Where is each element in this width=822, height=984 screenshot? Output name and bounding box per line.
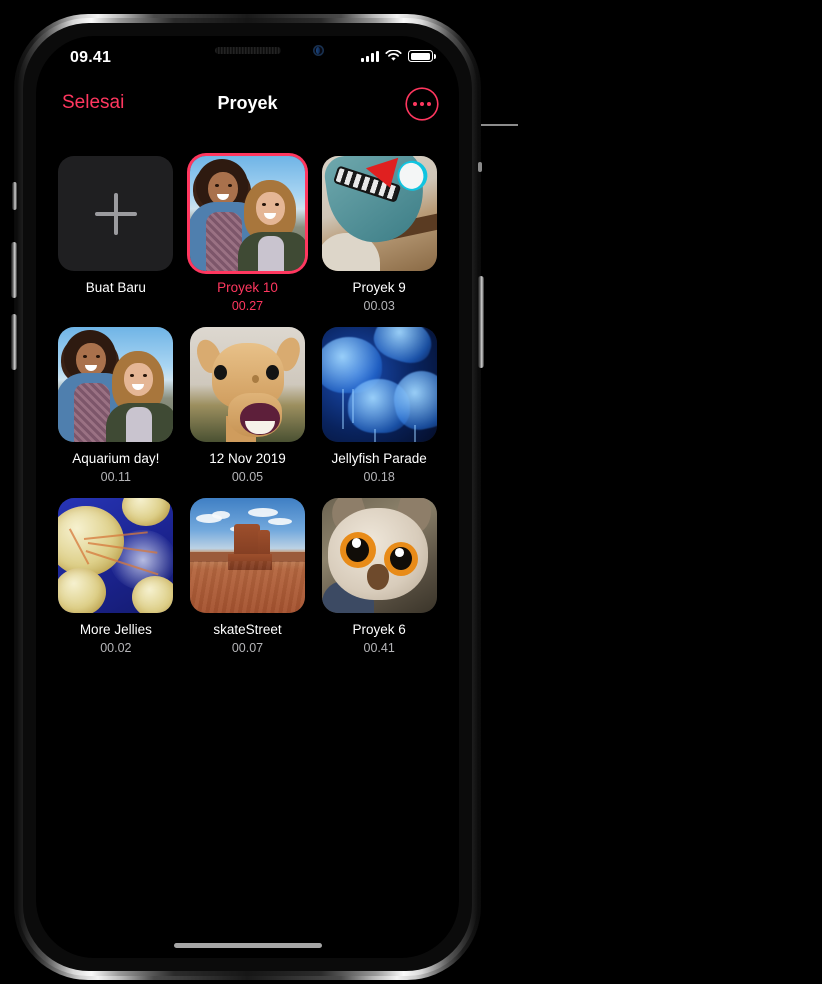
- thumbnail-artwork-girls: [189, 156, 305, 271]
- project-thumbnail[interactable]: [189, 326, 305, 442]
- iphone-device: 09.41 Selesai Proyek Buat Baru Proyek 10…: [11, 14, 484, 980]
- project-card[interactable]: More Jellies 00.02: [58, 497, 174, 655]
- volume-down-button[interactable]: [11, 314, 17, 370]
- thumbnail-artwork-robot: [321, 156, 437, 271]
- project-title: Aquarium day!: [72, 450, 160, 466]
- project-card[interactable]: 12 Nov 2019 00.05: [189, 326, 306, 484]
- project-title: Proyek 9: [352, 280, 406, 295]
- project-thumbnail[interactable]: [321, 497, 437, 613]
- page-title: Proyek: [217, 93, 278, 113]
- project-thumbnail[interactable]: [189, 497, 305, 613]
- project-title: Jellyfish Parade: [331, 450, 427, 466]
- plus-icon: [94, 192, 137, 235]
- project-duration: 00.11: [100, 469, 131, 484]
- battery-full-icon: [408, 50, 436, 62]
- thumbnail-artwork-desert: [189, 497, 305, 613]
- thumbnail-artwork-jellyfish: [321, 326, 437, 442]
- project-title: skateStreet: [213, 621, 282, 637]
- project-thumbnail[interactable]: [58, 326, 174, 442]
- status-bar-indicators: [361, 50, 436, 62]
- project-thumbnail[interactable]: [189, 156, 305, 271]
- project-duration: 00.03: [363, 298, 395, 313]
- project-title: 12 Nov 2019: [209, 450, 286, 466]
- projects-grid: Buat Baru Proyek 10 00.27 Proyek 9 00.03…: [36, 140, 459, 958]
- power-button[interactable]: [478, 276, 484, 368]
- create-new-project-button[interactable]: Buat Baru: [58, 156, 174, 313]
- create-new-label: Buat Baru: [85, 280, 146, 295]
- project-card[interactable]: Proyek 6 00.41: [321, 497, 437, 655]
- status-bar-time: 09.41: [70, 49, 112, 66]
- project-duration: 00.05: [231, 469, 264, 484]
- navigation-bar: Selesai Proyek: [36, 80, 459, 134]
- screenshot-stage: 09.41 Selesai Proyek Buat Baru Proyek 10…: [0, 0, 822, 984]
- project-title: Proyek 10: [217, 280, 278, 295]
- volume-up-button[interactable]: [11, 242, 17, 298]
- antenna-band: [478, 162, 482, 172]
- project-thumbnail[interactable]: [321, 326, 437, 442]
- project-duration: 00.07: [231, 640, 264, 655]
- project-card[interactable]: Aquarium day! 00.11: [58, 326, 174, 484]
- project-duration: 00.41: [363, 640, 395, 655]
- project-card[interactable]: Proyek 10 00.27: [189, 156, 306, 313]
- device-screen: 09.41 Selesai Proyek Buat Baru Proyek 10…: [36, 36, 459, 958]
- project-title: More Jellies: [79, 621, 152, 637]
- project-card[interactable]: Proyek 9 00.03: [321, 156, 437, 313]
- front-camera-icon: [312, 45, 324, 56]
- thumbnail-artwork-girls: [58, 326, 174, 442]
- wifi-icon: [385, 50, 402, 61]
- thumbnail-artwork-camel: [189, 326, 305, 442]
- create-new-tile[interactable]: [58, 156, 174, 271]
- notch: [151, 36, 344, 66]
- thumbnail-artwork-owl: [321, 497, 437, 613]
- project-thumbnail[interactable]: [58, 497, 174, 613]
- project-title: Proyek 6: [352, 621, 406, 637]
- project-duration: 00.27: [231, 298, 264, 313]
- mute-switch[interactable]: [12, 182, 17, 210]
- project-thumbnail[interactable]: [321, 156, 437, 271]
- ellipsis-circle-icon[interactable]: [407, 89, 437, 119]
- project-duration: 00.02: [100, 640, 132, 655]
- project-duration: 00.18: [363, 469, 395, 484]
- earpiece-speaker-icon: [214, 47, 281, 54]
- signal-bars-icon: [361, 50, 379, 62]
- thumbnail-artwork-jellyfish-yellow: [58, 497, 174, 613]
- home-indicator[interactable]: [173, 943, 322, 948]
- project-card[interactable]: Jellyfish Parade 00.18: [321, 326, 437, 484]
- project-card[interactable]: skateStreet 00.07: [189, 497, 306, 655]
